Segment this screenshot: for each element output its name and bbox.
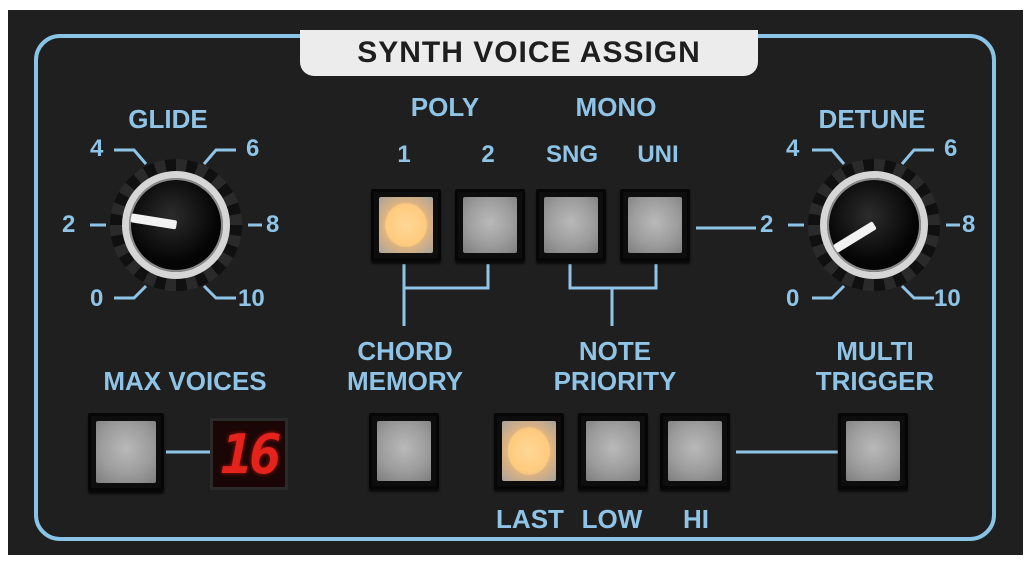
multi-trigger-button[interactable] [838, 413, 908, 489]
note-priority-low-button[interactable] [578, 413, 648, 489]
chord-memory-label-line2: MEMORY [346, 366, 464, 396]
poly-2-label: 2 [481, 141, 495, 168]
max-voices-label: MAX VOICES [103, 366, 267, 396]
detune-tick-4: 4 [786, 135, 800, 162]
glide-tick-0: 0 [90, 285, 104, 312]
note-priority-label-line1: NOTE [578, 336, 652, 366]
glide-tick-4: 4 [90, 135, 104, 162]
poly-1-label: 1 [397, 141, 411, 168]
detune-tick-2: 2 [760, 211, 774, 238]
detune-tick-0: 0 [786, 285, 800, 312]
multi-trigger-label-line2: TRIGGER [815, 366, 935, 396]
max-voices-value: 16 [220, 422, 281, 486]
poly-label: POLY [410, 92, 480, 122]
note-priority-last-label: LAST [496, 504, 564, 534]
detune-tick-6: 6 [944, 135, 958, 162]
glide-tick-2: 2 [62, 211, 76, 238]
detune-knob[interactable] [808, 159, 940, 291]
note-priority-last-button[interactable] [494, 413, 564, 489]
chord-memory-button[interactable] [369, 413, 439, 489]
max-voices-display: 16 [210, 418, 288, 490]
poly-2-button[interactable] [455, 189, 525, 261]
note-priority-hi-button[interactable] [660, 413, 730, 489]
note-priority-label-line2: PRIORITY [553, 366, 677, 396]
glide-tick-10: 10 [238, 285, 265, 312]
section-title: SYNTH VOICE ASSIGN [300, 30, 758, 76]
detune-tick-10: 10 [934, 285, 961, 312]
glide-tick-8: 8 [266, 211, 280, 238]
mono-label: MONO [575, 92, 657, 122]
mono-sng-label: SNG [545, 141, 598, 168]
mono-uni-label: UNI [637, 141, 679, 168]
mono-uni-button[interactable] [620, 189, 690, 261]
note-priority-hi-label: HI [683, 504, 709, 534]
note-priority-low-label: LOW [581, 504, 643, 534]
detune-label: DETUNE [818, 104, 926, 134]
glide-knob[interactable] [110, 159, 242, 291]
poly-1-button[interactable] [371, 189, 441, 261]
multi-trigger-label-line1: MULTI [836, 336, 914, 366]
detune-tick-8: 8 [962, 211, 976, 238]
glide-tick-6: 6 [246, 135, 260, 162]
chord-memory-label-line1: CHORD [357, 336, 453, 366]
mono-sng-button[interactable] [536, 189, 606, 261]
glide-label: GLIDE [128, 104, 208, 134]
max-voices-button[interactable] [88, 413, 164, 491]
